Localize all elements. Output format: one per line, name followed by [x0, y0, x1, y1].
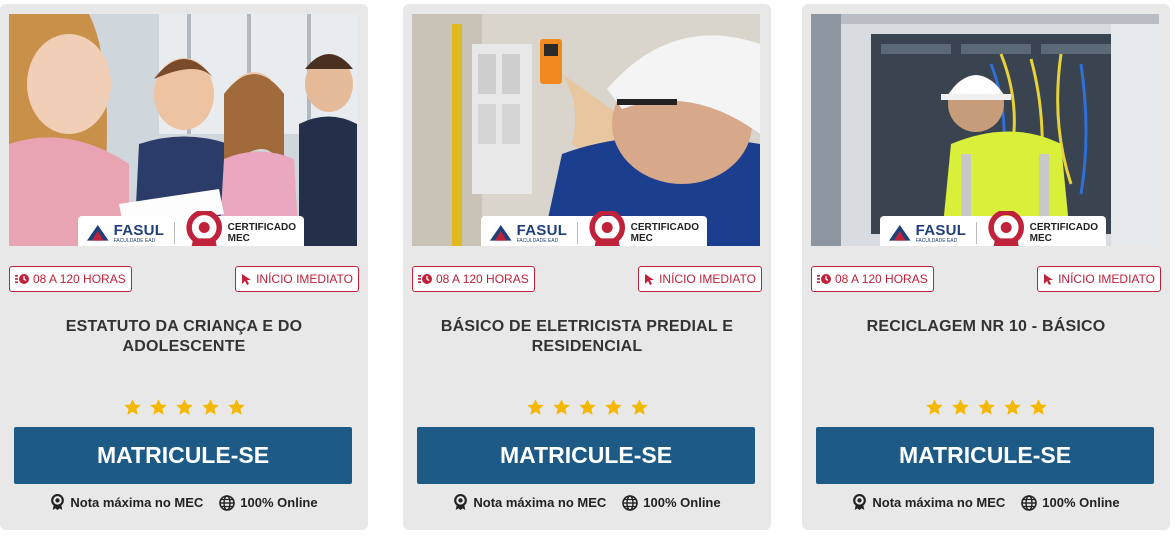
star-icon	[604, 399, 622, 415]
start-label: INÍCIO IMEDIATO	[256, 272, 353, 286]
award-icon	[51, 494, 65, 510]
award-icon	[186, 211, 223, 246]
mec-certificate: CERTIFICADO MEC	[185, 211, 296, 246]
hours-label: 08 A 120 HORAS	[835, 272, 928, 286]
online-info: 100% Online	[622, 494, 721, 511]
online-label: 100% Online	[1042, 495, 1120, 510]
hours-label: 08 A 120 HORAS	[436, 272, 529, 286]
cursor-icon	[645, 273, 655, 285]
fasul-logo-icon	[86, 225, 109, 241]
enroll-button[interactable]: MATRICULE-SE	[417, 427, 755, 484]
hours-badge: 08 A 120 HORAS	[811, 266, 934, 292]
globe-icon	[219, 494, 236, 511]
star-icon	[630, 399, 648, 415]
hours-badge: 08 A 120 HORAS	[412, 266, 535, 292]
globe-icon	[1021, 494, 1038, 511]
brand-sub: FACULDADE EAD	[113, 237, 156, 244]
online-label: 100% Online	[240, 495, 318, 510]
children-photo	[9, 14, 357, 246]
award-icon	[589, 211, 626, 246]
course-card[interactable]: FASUL FACULDADE EAD CERTIFICADO MEC 08 A…	[403, 4, 771, 530]
technician-photo	[811, 14, 1159, 246]
hours-label: 08 A 120 HORAS	[33, 272, 126, 286]
online-label: 100% Online	[643, 495, 721, 510]
course-image[interactable]: FASUL FACULDADE EAD CERTIFICADO MEC	[9, 14, 357, 246]
fasul-logo: FASUL FACULDADE EAD	[888, 223, 966, 244]
course-image[interactable]: FASUL FACULDADE EAD CERTIFICADO MEC	[412, 14, 760, 246]
clock-icon	[418, 274, 432, 284]
brand-tag: FASUL FACULDADE EAD CERTIFICADO MEC	[481, 211, 707, 246]
course-title[interactable]: RECICLAGEM NR 10 - BÁSICO	[822, 317, 1150, 337]
fasul-logo-icon	[888, 225, 911, 241]
star-icon	[201, 399, 219, 415]
course-card[interactable]: FASUL FACULDADE EAD CERTIFICADO MEC 08 A…	[0, 4, 368, 530]
star-icon	[227, 399, 245, 415]
cursor-icon	[1044, 273, 1054, 285]
course-footer: Nota máxima no MEC 100% Online	[802, 494, 1170, 511]
mec-certificate: CERTIFICADO MEC	[987, 211, 1098, 246]
star-icon	[1003, 399, 1021, 415]
mec-rating-label: Nota máxima no MEC	[70, 495, 204, 510]
certificate-label: CERTIFICADO MEC	[1029, 222, 1098, 244]
brand-name: FASUL	[113, 221, 165, 239]
globe-icon	[622, 494, 639, 511]
online-info: 100% Online	[1021, 494, 1120, 511]
star-icon	[552, 399, 570, 415]
star-icon	[977, 399, 995, 415]
cursor-icon	[242, 273, 252, 285]
star-rating	[403, 398, 771, 417]
star-icon	[951, 399, 969, 415]
star-icon	[578, 399, 596, 415]
mec-rating-info: Nota máxima no MEC	[453, 494, 606, 511]
start-label: INÍCIO IMEDIATO	[659, 272, 756, 286]
brand-sub: FACULDADE EAD	[915, 237, 958, 244]
brand-tag: FASUL FACULDADE EAD CERTIFICADO MEC	[78, 211, 304, 246]
brand-sub: FACULDADE EAD	[516, 237, 559, 244]
award-icon	[454, 494, 468, 510]
course-image[interactable]: FASUL FACULDADE EAD CERTIFICADO MEC	[811, 14, 1159, 246]
fasul-logo-icon	[489, 225, 512, 241]
electrician-photo	[412, 14, 760, 246]
brand-name: FASUL	[516, 221, 568, 239]
award-icon	[988, 211, 1025, 246]
course-title[interactable]: BÁSICO DE ELETRICISTA PREDIAL E RESIDENC…	[423, 317, 751, 357]
star-icon	[175, 399, 193, 415]
start-label: INÍCIO IMEDIATO	[1058, 272, 1155, 286]
course-footer: Nota máxima no MEC 100% Online	[0, 494, 368, 511]
online-info: 100% Online	[219, 494, 318, 511]
start-badge: INÍCIO IMEDIATO	[235, 266, 359, 292]
fasul-logo: FASUL FACULDADE EAD	[489, 223, 567, 244]
certificate-label: CERTIFICADO MEC	[630, 222, 699, 244]
star-icon	[526, 399, 544, 415]
start-badge: INÍCIO IMEDIATO	[1037, 266, 1161, 292]
brand-name: FASUL	[915, 221, 967, 239]
course-footer: Nota máxima no MEC 100% Online	[403, 494, 771, 511]
clock-icon	[15, 274, 29, 284]
fasul-logo: FASUL FACULDADE EAD	[86, 223, 164, 244]
star-icon	[149, 399, 167, 415]
star-rating	[0, 398, 368, 417]
mec-rating-label: Nota máxima no MEC	[872, 495, 1006, 510]
star-rating	[802, 398, 1170, 417]
mec-rating-label: Nota máxima no MEC	[473, 495, 607, 510]
star-icon	[123, 399, 141, 415]
course-card[interactable]: FASUL FACULDADE EAD CERTIFICADO MEC 08 A…	[802, 4, 1170, 530]
mec-rating-info: Nota máxima no MEC	[50, 494, 203, 511]
clock-icon	[817, 274, 831, 284]
start-badge: INÍCIO IMEDIATO	[638, 266, 762, 292]
enroll-button[interactable]: MATRICULE-SE	[14, 427, 352, 484]
hours-badge: 08 A 120 HORAS	[9, 266, 132, 292]
divider	[976, 222, 978, 244]
course-title[interactable]: ESTATUTO DA CRIANÇA E DO ADOLESCENTE	[20, 317, 348, 357]
divider	[577, 222, 579, 244]
star-icon	[1029, 399, 1047, 415]
mec-rating-info: Nota máxima no MEC	[852, 494, 1005, 511]
brand-tag: FASUL FACULDADE EAD CERTIFICADO MEC	[880, 211, 1106, 246]
divider	[174, 222, 176, 244]
certificate-label: CERTIFICADO MEC	[227, 222, 296, 244]
star-icon	[925, 399, 943, 415]
award-icon	[853, 494, 867, 510]
mec-certificate: CERTIFICADO MEC	[588, 211, 699, 246]
enroll-button[interactable]: MATRICULE-SE	[816, 427, 1154, 484]
